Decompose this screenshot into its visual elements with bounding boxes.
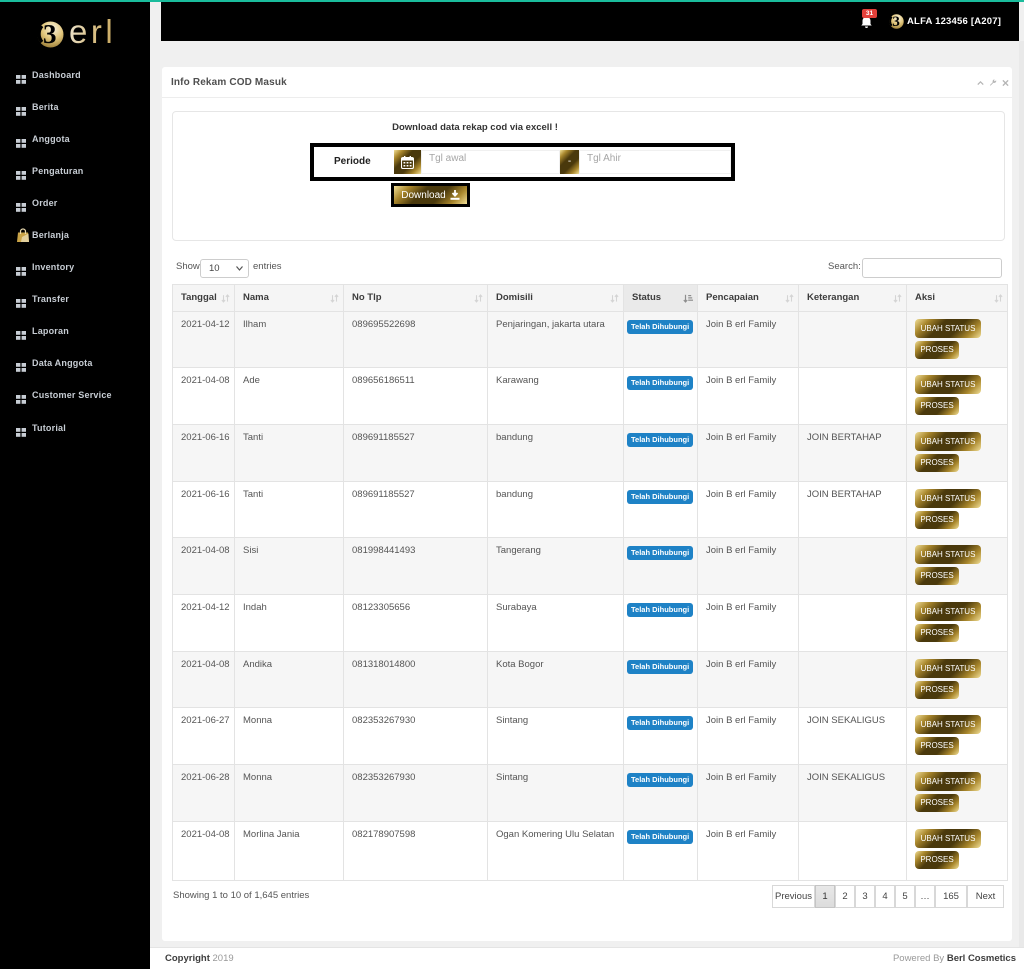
svg-text:3: 3 [43,21,57,48]
svg-text:3: 3 [892,14,900,29]
